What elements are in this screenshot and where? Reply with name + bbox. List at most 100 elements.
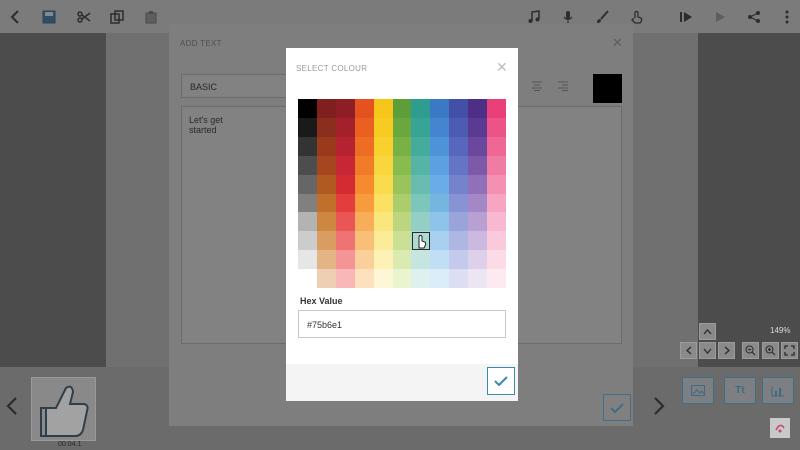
colour-cell[interactable] (468, 231, 488, 251)
align-right-icon[interactable] (557, 78, 569, 96)
colour-cell[interactable] (373, 212, 394, 232)
cut-icon[interactable] (75, 0, 93, 33)
colour-cell[interactable] (316, 155, 337, 176)
colour-cell[interactable] (373, 99, 394, 119)
colour-cell[interactable] (373, 231, 394, 251)
colour-cell[interactable] (373, 269, 394, 289)
colour-cell[interactable] (392, 193, 412, 213)
colour-cell[interactable] (354, 231, 375, 251)
colour-cell[interactable] (411, 250, 431, 270)
pan-right-button[interactable] (718, 342, 735, 359)
colour-cell[interactable] (411, 193, 431, 213)
play-icon[interactable] (711, 0, 729, 33)
colour-cell[interactable] (354, 193, 375, 213)
copy-icon[interactable] (108, 0, 126, 33)
colour-cell[interactable] (354, 212, 375, 232)
colour-cell[interactable] (316, 193, 337, 213)
colour-cell[interactable] (316, 250, 337, 270)
colour-cell[interactable] (449, 193, 469, 213)
align-center-icon[interactable] (531, 78, 543, 96)
colour-cell[interactable] (468, 193, 488, 213)
zoom-out-icon[interactable] (742, 342, 759, 359)
next-slide-icon[interactable] (653, 396, 665, 421)
colour-cell[interactable] (354, 174, 375, 194)
colour-cell[interactable] (430, 193, 450, 213)
colour-cell[interactable] (316, 269, 337, 289)
colour-cell[interactable] (430, 250, 450, 270)
colour-cell[interactable] (298, 231, 318, 251)
confirm-colour-button[interactable] (487, 367, 515, 395)
colour-cell[interactable] (354, 269, 375, 289)
colour-cell[interactable] (487, 174, 507, 194)
colour-cell[interactable] (449, 117, 469, 138)
colour-cell[interactable] (468, 212, 488, 232)
colour-cell[interactable] (298, 155, 318, 176)
colour-cell[interactable] (487, 117, 507, 138)
colour-cell[interactable] (298, 117, 318, 138)
close-icon[interactable]: ✕ (612, 35, 623, 51)
colour-cell[interactable] (468, 174, 488, 194)
colour-cell[interactable] (430, 231, 450, 251)
colour-cell[interactable] (335, 155, 356, 176)
colour-cell[interactable] (298, 269, 318, 289)
fit-screen-icon[interactable] (781, 342, 798, 359)
prev-slide-icon[interactable] (6, 396, 18, 421)
save-icon[interactable] (40, 0, 58, 33)
colour-cell[interactable] (335, 269, 356, 289)
zoom-in-icon[interactable] (762, 342, 779, 359)
confirm-text-button[interactable] (603, 394, 631, 421)
colour-cell[interactable] (373, 117, 394, 138)
colour-cell[interactable] (316, 212, 337, 232)
colour-cell[interactable] (430, 174, 450, 194)
colour-cell[interactable] (354, 136, 375, 157)
colour-cell[interactable] (354, 250, 375, 270)
colour-cell[interactable] (430, 155, 450, 176)
colour-cell[interactable] (298, 212, 318, 232)
colour-cell[interactable] (411, 269, 431, 289)
colour-cell[interactable] (411, 155, 431, 176)
colour-cell[interactable] (411, 136, 431, 157)
colour-cell[interactable] (316, 231, 337, 251)
add-text-button[interactable]: Tt (724, 377, 756, 404)
colour-cell[interactable] (298, 174, 318, 194)
colour-cell[interactable] (354, 99, 375, 119)
colour-cell[interactable] (392, 231, 412, 251)
colour-cell[interactable] (316, 99, 337, 119)
colour-cell[interactable] (487, 99, 507, 119)
colour-cell[interactable] (298, 250, 318, 270)
colour-cell[interactable] (373, 174, 394, 194)
colour-cell[interactable] (449, 99, 469, 119)
colour-cell[interactable] (468, 155, 488, 176)
colour-cell[interactable] (373, 193, 394, 213)
colour-cell[interactable] (335, 117, 356, 138)
colour-cell[interactable] (430, 269, 450, 289)
colour-cell[interactable] (411, 174, 431, 194)
colour-cell[interactable] (468, 269, 488, 289)
colour-cell[interactable] (449, 269, 469, 289)
colour-cell[interactable] (487, 136, 507, 157)
text-colour-swatch[interactable] (593, 74, 622, 103)
colour-cell[interactable] (430, 212, 450, 232)
colour-cell[interactable] (335, 250, 356, 270)
colour-cell[interactable] (316, 117, 337, 138)
colour-cell[interactable] (298, 136, 318, 157)
colour-cell[interactable] (373, 250, 394, 270)
colour-cell[interactable] (449, 136, 469, 157)
colour-cell[interactable] (430, 136, 450, 157)
colour-cell[interactable] (411, 99, 431, 119)
colour-cell[interactable] (335, 231, 356, 251)
colour-cell[interactable] (392, 174, 412, 194)
add-image-button[interactable] (682, 377, 714, 404)
colour-cell[interactable] (487, 269, 507, 289)
share-icon[interactable] (745, 0, 763, 33)
colour-cell[interactable] (449, 212, 469, 232)
colour-cell[interactable] (487, 212, 507, 232)
colour-cell[interactable] (392, 250, 412, 270)
colour-cell[interactable] (298, 193, 318, 213)
colour-cell[interactable] (335, 136, 356, 157)
colour-cell[interactable] (392, 99, 412, 119)
colour-cell[interactable] (487, 193, 507, 213)
colour-cell[interactable] (487, 250, 507, 270)
text-style-select[interactable]: BASIC (181, 74, 291, 98)
colour-cell[interactable] (468, 250, 488, 270)
